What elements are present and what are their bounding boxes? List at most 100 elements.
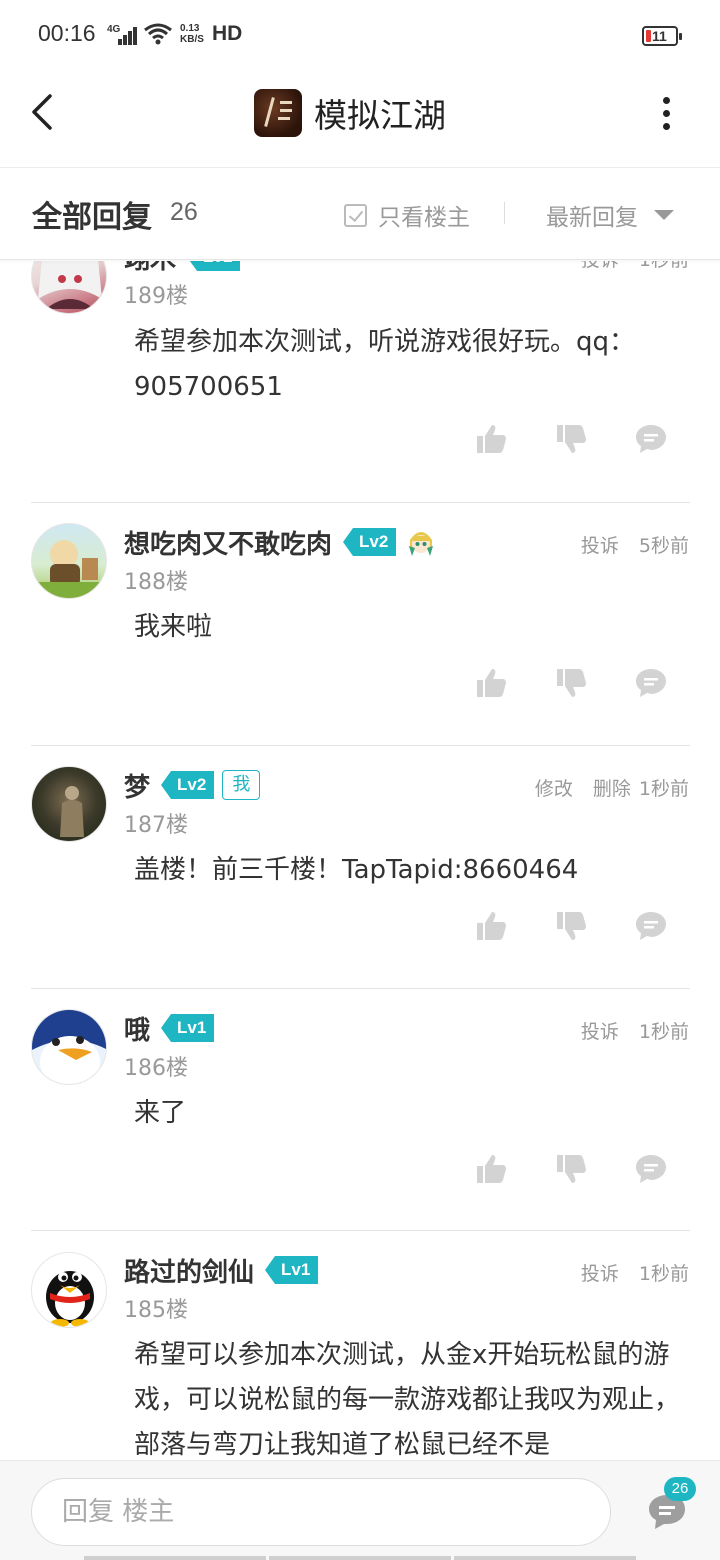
only-op-label[interactable]: 只看楼主 [378, 198, 470, 232]
battery-icon: 11 [642, 26, 682, 46]
level-badge: Lv1 [265, 1256, 319, 1284]
reply-actions [474, 422, 674, 458]
name-row: 路过的剑仙 Lv1 [124, 1250, 319, 1290]
avatar[interactable] [31, 1252, 107, 1328]
floor-number: 186楼 [124, 1056, 188, 1081]
only-op-toggle[interactable]: 只看楼主 [344, 198, 470, 232]
user-name[interactable]: 想吃肉又不敢吃肉 [124, 524, 332, 561]
reply-content: 希望可以参加本次测试，从金x开始玩松鼠的游戏，可以说松鼠的每一款游戏都让我叹为观… [134, 1340, 681, 1460]
level-badge: Lv2 [343, 528, 397, 556]
thumbs-up-icon[interactable] [474, 422, 508, 456]
post-meta: 投诉 1秒前 [581, 261, 689, 272]
avatar[interactable] [31, 523, 107, 599]
post-time: 1秒前 [639, 261, 689, 272]
reply-bar: 回复 楼主 26 [0, 1460, 720, 1560]
wifi-icon [144, 23, 172, 45]
post-time: 5秒前 [638, 535, 689, 557]
reply-content: 希望参加本次测试，听说游戏很好玩。qq：905700651 [134, 327, 636, 402]
reply-item: 想吃肉又不敢吃肉 Lv2 投诉 5秒前 188楼 我来啦 [0, 503, 720, 746]
all-replies-title: 全部回复 [32, 200, 152, 235]
post-meta: 投诉 1秒前 [581, 1017, 689, 1044]
reply-item: 路过的剑仙 Lv1 投诉 1秒前 185楼 希望可以参加本次测试，从金x开始玩松… [0, 1231, 720, 1461]
floor-number: 189楼 [124, 284, 188, 309]
user-name[interactable]: 翊木 [124, 261, 176, 276]
reply-input[interactable]: 回复 楼主 [31, 1478, 611, 1546]
edit-link[interactable]: 修改 [535, 774, 573, 801]
game-app-icon[interactable] [254, 89, 302, 137]
avatar[interactable] [31, 1009, 107, 1085]
comment-icon[interactable] [634, 666, 668, 700]
caret-down-icon[interactable] [654, 210, 674, 220]
more-menu-icon[interactable] [656, 94, 676, 134]
comment-icon[interactable] [634, 909, 668, 943]
thumbs-down-icon[interactable] [554, 666, 588, 700]
status-time: 00:16 [38, 20, 96, 46]
gesture-nav-bar [84, 1556, 636, 1560]
avatar[interactable] [31, 261, 107, 314]
name-row: 翊木 Lv1 [124, 261, 241, 277]
net-speed-value: 0.13 [180, 23, 200, 34]
reply-content: 我来啦 [134, 612, 213, 642]
reply-count: 26 [170, 198, 198, 226]
reply-actions [474, 1152, 674, 1188]
report-link[interactable]: 投诉 [581, 1017, 619, 1044]
sort-label[interactable]: 最新回复 [546, 198, 638, 232]
reply-item: 哦 Lv1 投诉 1秒前 186楼 来了 [0, 989, 720, 1231]
signal-icon [118, 25, 138, 45]
floor-number: 188楼 [124, 570, 188, 595]
avatar-frame-icon [406, 526, 436, 558]
post-meta: 投诉 1秒前 [581, 1259, 689, 1286]
thumbs-up-icon[interactable] [474, 909, 508, 943]
delete-link[interactable]: 删除 [593, 774, 631, 801]
net-speed: 0.13 KB/S [180, 23, 204, 45]
post-meta: 修改 删除 1秒前 [535, 774, 689, 801]
checkbox-icon[interactable] [344, 203, 367, 227]
post-time: 1秒前 [638, 778, 689, 800]
report-link[interactable]: 投诉 [581, 1259, 619, 1286]
thumbs-down-icon[interactable] [554, 422, 588, 456]
game-title-group[interactable]: 模拟江湖 [254, 88, 446, 138]
comment-count-badge: 26 [664, 1477, 696, 1501]
thumbs-down-icon[interactable] [554, 909, 588, 943]
name-row: 想吃肉又不敢吃肉 Lv2 [124, 522, 436, 562]
status-bar: 00:16 4G 0.13 KB/S HD 11 [0, 0, 720, 72]
report-link[interactable]: 投诉 [581, 531, 619, 558]
comment-icon[interactable] [634, 1152, 668, 1186]
post-meta: 投诉 5秒前 [581, 531, 689, 558]
reply-content: 来了 [134, 1098, 187, 1128]
post-time: 1秒前 [638, 1021, 689, 1043]
avatar[interactable] [31, 766, 107, 842]
app-header: 模拟江湖 [0, 72, 720, 168]
thumbs-down-icon[interactable] [554, 1152, 588, 1186]
thumbs-up-icon[interactable] [474, 666, 508, 700]
sort-dropdown[interactable]: 最新回复 [546, 198, 674, 232]
report-link[interactable]: 投诉 [581, 261, 619, 272]
reply-content: 盖楼！前三千楼！TapTapid:8660464 [134, 855, 579, 885]
battery-level: 11 [652, 28, 667, 44]
reply-list[interactable]: 翊木 Lv1 投诉 1秒前 189楼 希望参加本次测试，听说游戏很好玩。qq：9… [0, 261, 720, 1461]
level-badge: Lv2 [161, 771, 215, 799]
name-row: 梦 Lv2 我 [124, 765, 261, 805]
name-row: 哦 Lv1 [124, 1008, 215, 1048]
reply-item: 翊木 Lv1 投诉 1秒前 189楼 希望参加本次测试，听说游戏很好玩。qq：9… [0, 261, 720, 503]
floor-number: 185楼 [124, 1298, 188, 1323]
thumbs-up-icon[interactable] [474, 1152, 508, 1186]
level-badge: Lv1 [161, 1014, 215, 1042]
floor-number: 187楼 [124, 813, 188, 838]
reply-filter-bar: 全部回复 26 只看楼主 最新回复 [0, 168, 720, 260]
reply-actions [474, 909, 674, 945]
net-speed-unit: KB/S [180, 34, 204, 45]
level-badge: Lv1 [187, 261, 241, 271]
user-name[interactable]: 路过的剑仙 [124, 1252, 254, 1289]
back-arrow-icon[interactable] [22, 90, 66, 134]
reply-actions [474, 666, 674, 702]
me-badge: 我 [222, 770, 261, 800]
game-title[interactable]: 模拟江湖 [314, 89, 446, 137]
post-time: 1秒前 [638, 1263, 689, 1285]
reply-item: 梦 Lv2 我 修改 删除 1秒前 187楼 盖楼！前三千楼！TapTapid:… [0, 746, 720, 989]
user-name[interactable]: 哦 [124, 1010, 150, 1047]
divider [504, 202, 505, 224]
user-name[interactable]: 梦 [124, 767, 150, 804]
comment-icon[interactable] [634, 422, 668, 456]
hd-indicator: HD [212, 22, 243, 45]
